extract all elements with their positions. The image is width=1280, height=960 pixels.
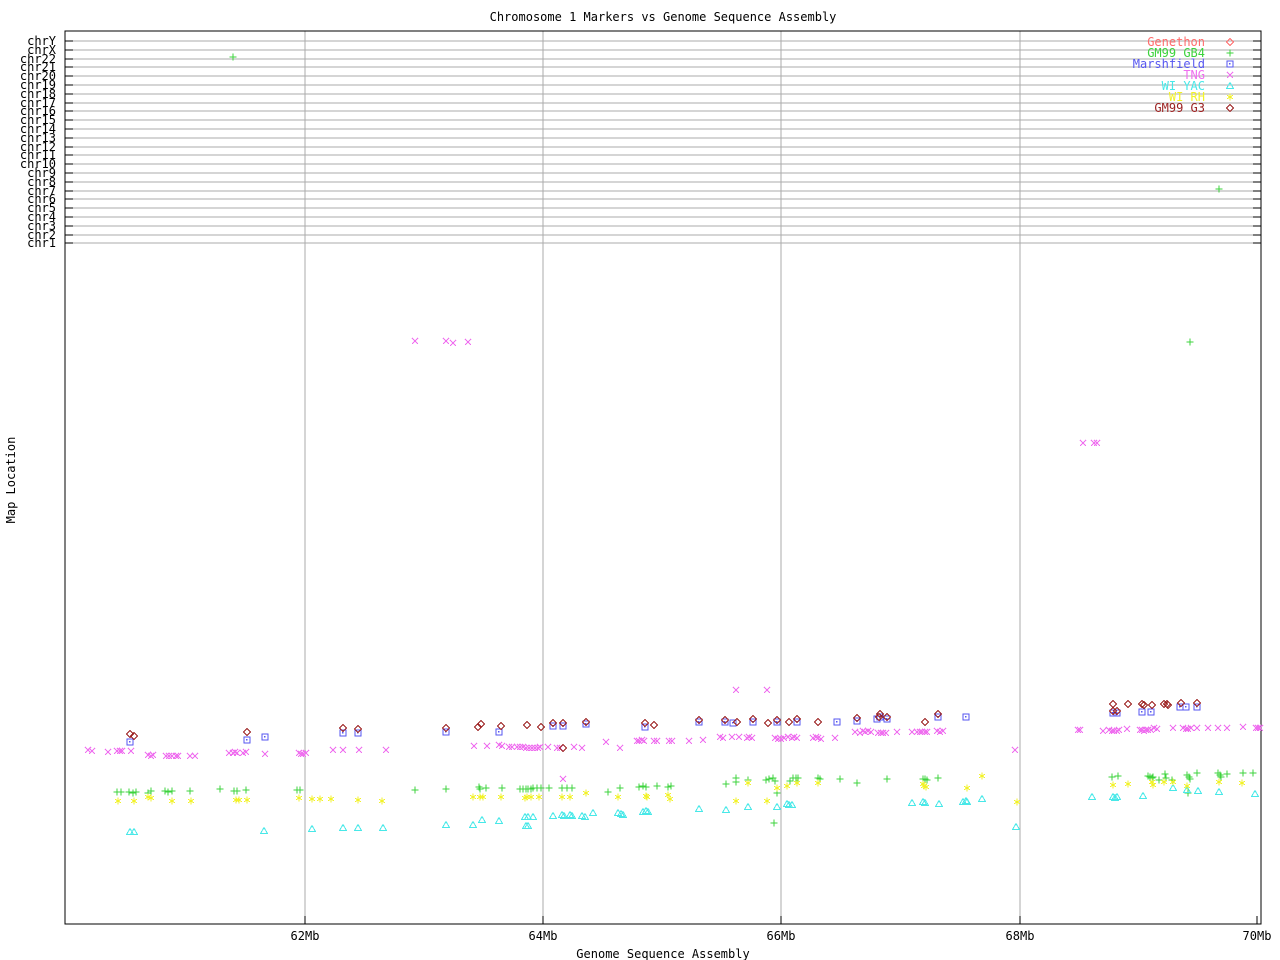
x-tick-label: 70Mb [1242,929,1272,943]
x-tick-label: 66Mb [766,929,796,943]
plot-canvas [64,30,1264,925]
x-tick-label: 64Mb [528,929,558,943]
legend-label: GM99 G3 [1154,101,1205,115]
x-axis-label: Genome Sequence Assembly [576,947,750,960]
x-tick-label: 62Mb [290,929,320,943]
chart-title: Chromosome 1 Markers vs Genome Sequence … [489,10,837,24]
chart: Chromosome 1 Markers vs Genome Sequence … [0,0,1280,960]
y-axis-label: Map Location [4,436,18,524]
y-tick-label: chr1 [27,236,56,250]
x-tick-label: 68Mb [1005,929,1035,943]
